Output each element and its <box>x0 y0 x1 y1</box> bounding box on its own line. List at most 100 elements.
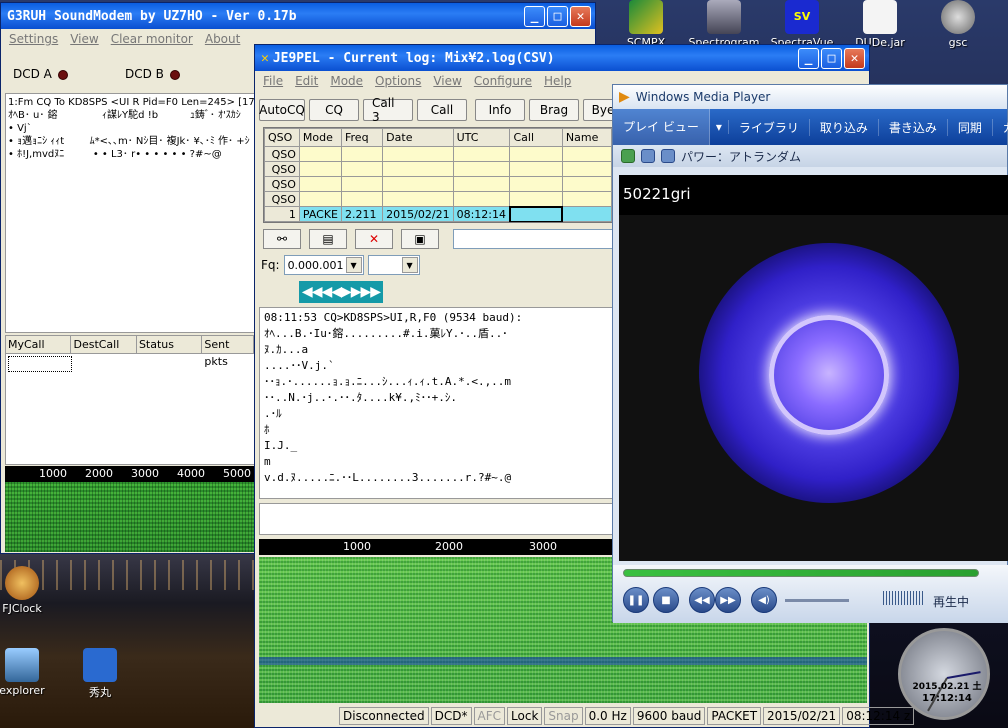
tab-now-playing[interactable]: プレイ ビュー <box>613 109 710 145</box>
menu-mode[interactable]: Mode <box>330 74 363 88</box>
tune-buttons[interactable]: ◀◀◀◀▶▶▶▶ <box>299 281 383 303</box>
menu-options[interactable]: Options <box>375 74 421 88</box>
menu-about[interactable]: About <box>205 32 240 46</box>
forward-arrow-icon[interactable] <box>661 149 675 163</box>
column-header-mycall[interactable]: MyCall <box>6 336 72 354</box>
wmp-titlebar[interactable]: ▶ Windows Media Player <box>613 85 1007 109</box>
soundmodem-titlebar[interactable]: G3RUH SoundModem by UZ7HO - Ver 0.17b _ … <box>1 3 595 29</box>
tab-guide[interactable]: ガ <box>993 119 1008 136</box>
minimize-button[interactable]: _ <box>524 6 545 27</box>
binoculars-icon[interactable]: ⚯ <box>263 229 301 249</box>
name-cell[interactable] <box>561 146 612 162</box>
utc-cell[interactable] <box>452 146 511 162</box>
volume-icon[interactable]: ◀) <box>751 587 777 613</box>
menu-configure[interactable]: Configure <box>474 74 532 88</box>
stop-icon[interactable]: ■ <box>653 587 679 613</box>
call-cell[interactable] <box>509 176 563 192</box>
desktop-icon-fjclock[interactable]: FJClock <box>0 566 62 615</box>
date-cell[interactable] <box>382 161 454 177</box>
menu-edit[interactable]: Edit <box>295 74 318 88</box>
utc-cell[interactable] <box>452 176 511 192</box>
eq-select[interactable]: 0.000.001 ▼ <box>283 255 364 275</box>
menu-view[interactable]: View <box>433 74 461 88</box>
column-header-sent-pkts[interactable]: Sent pkts <box>202 336 254 368</box>
previous-icon[interactable]: ◀◀ <box>689 587 715 613</box>
mode-cell[interactable]: PACKE <box>298 206 343 222</box>
mode-cell[interactable] <box>298 176 343 192</box>
brag-button[interactable]: Brag <box>529 99 579 121</box>
column-header-qso[interactable]: QSO <box>264 128 300 147</box>
column-header-destcall[interactable]: DestCall <box>71 336 137 354</box>
menu-help[interactable]: Help <box>544 74 571 88</box>
next-icon[interactable]: ▶▶ <box>715 587 741 613</box>
desktop-icon-scmpx[interactable]: SCMPX <box>606 0 686 49</box>
call-cell[interactable] <box>509 191 563 207</box>
snap-toggle[interactable]: Snap <box>544 707 583 725</box>
tab-sync[interactable]: 同期 <box>948 118 993 136</box>
qso-grid[interactable]: QSO Mode Freq Date UTC Call Name QSO QSO <box>263 127 613 223</box>
form-icon[interactable]: ▤ <box>309 229 347 249</box>
name-cell[interactable] <box>561 206 612 222</box>
desktop-icon-gsc[interactable]: gsc <box>918 0 998 49</box>
mode-cell[interactable] <box>298 191 343 207</box>
current-qso-row[interactable]: 1 PACKE 2.211 2015/02/21 08:12:14 <box>264 205 612 222</box>
utc-cell[interactable] <box>452 161 511 177</box>
tab-rip[interactable]: 取り込み <box>810 118 879 136</box>
lock-toggle[interactable]: Lock <box>507 707 543 725</box>
autocq-button[interactable]: AutoCQ <box>259 99 305 121</box>
name-cell[interactable] <box>561 176 612 192</box>
pause-icon[interactable]: ❚❚ <box>623 587 649 613</box>
column-header-utc[interactable]: UTC <box>452 128 511 147</box>
delete-icon[interactable]: ✕ <box>355 229 393 249</box>
desktop-icon-hidemaru[interactable]: 秀丸 <box>60 648 140 700</box>
freq-cell[interactable] <box>340 161 384 177</box>
desktop-icon-spectrogram[interactable]: Spectrogram <box>684 0 764 49</box>
column-header-freq[interactable]: Freq <box>340 128 384 147</box>
mode-cell[interactable] <box>298 161 343 177</box>
call-button[interactable]: Call <box>417 99 467 121</box>
logger-titlebar[interactable]: ✕ JE9PEL - Current log: Mix¥2.log(CSV) _… <box>255 45 869 71</box>
table-row[interactable]: QSO <box>264 191 612 207</box>
selected-cell[interactable] <box>8 356 72 372</box>
minimize-button[interactable]: _ <box>798 48 819 69</box>
freq-cell[interactable]: 2.211 <box>340 206 384 222</box>
monitor-pane[interactable]: 1:Fm CQ To KD8SPS <UI R Pid=F0 Len=245> … <box>5 93 255 333</box>
maximize-button[interactable]: □ <box>547 6 568 27</box>
desktop-icon-explorer[interactable]: explorer <box>0 648 62 697</box>
menu-file[interactable]: File <box>263 74 283 88</box>
desktop-icon-spectravue[interactable]: SV SpectraVue <box>762 0 842 49</box>
date-cell[interactable] <box>382 176 454 192</box>
name-cell[interactable] <box>561 161 612 177</box>
utc-cell[interactable]: 08:12:14 <box>452 206 511 222</box>
save-icon[interactable]: ▣ <box>401 229 439 249</box>
mode-cell[interactable] <box>298 146 343 162</box>
maximize-button[interactable]: □ <box>821 48 842 69</box>
date-cell[interactable] <box>382 146 454 162</box>
close-button[interactable]: ✕ <box>844 48 865 69</box>
visualization-area[interactable]: 50221gri <box>619 175 1008 561</box>
utc-cell[interactable] <box>452 191 511 207</box>
volume-slider[interactable] <box>785 599 849 602</box>
call3-button[interactable]: Call 3 <box>363 96 413 124</box>
secondary-select[interactable]: ▼ <box>367 255 420 275</box>
table-row[interactable]: QSO <box>264 146 612 162</box>
table-row[interactable]: QSO <box>264 176 612 192</box>
close-button[interactable]: ✕ <box>570 6 591 27</box>
table-row[interactable]: QSO <box>264 161 612 177</box>
date-cell[interactable]: 2015/02/21 <box>382 206 454 222</box>
connections-table[interactable]: MyCall DestCall Status Sent pkts <box>5 335 255 465</box>
date-cell[interactable] <box>382 191 454 207</box>
column-header-call[interactable]: Call <box>509 128 563 147</box>
search-input[interactable] <box>453 229 613 249</box>
waterfall-display[interactable] <box>5 482 255 552</box>
call-cell[interactable] <box>509 161 563 177</box>
column-header-mode[interactable]: Mode <box>298 128 343 147</box>
receive-text-pane[interactable]: 08:11:53 CQ>KD8SPS>UI,R,F0 (9534 baud): … <box>259 307 613 499</box>
freq-cell[interactable] <box>340 191 384 207</box>
call-cell[interactable] <box>509 146 563 162</box>
column-header-status[interactable]: Status <box>136 336 203 354</box>
call-edit-cell[interactable] <box>508 205 564 222</box>
info-button[interactable]: Info <box>475 99 525 121</box>
tab-burn[interactable]: 書き込み <box>879 118 948 136</box>
cq-button[interactable]: CQ <box>309 99 359 121</box>
